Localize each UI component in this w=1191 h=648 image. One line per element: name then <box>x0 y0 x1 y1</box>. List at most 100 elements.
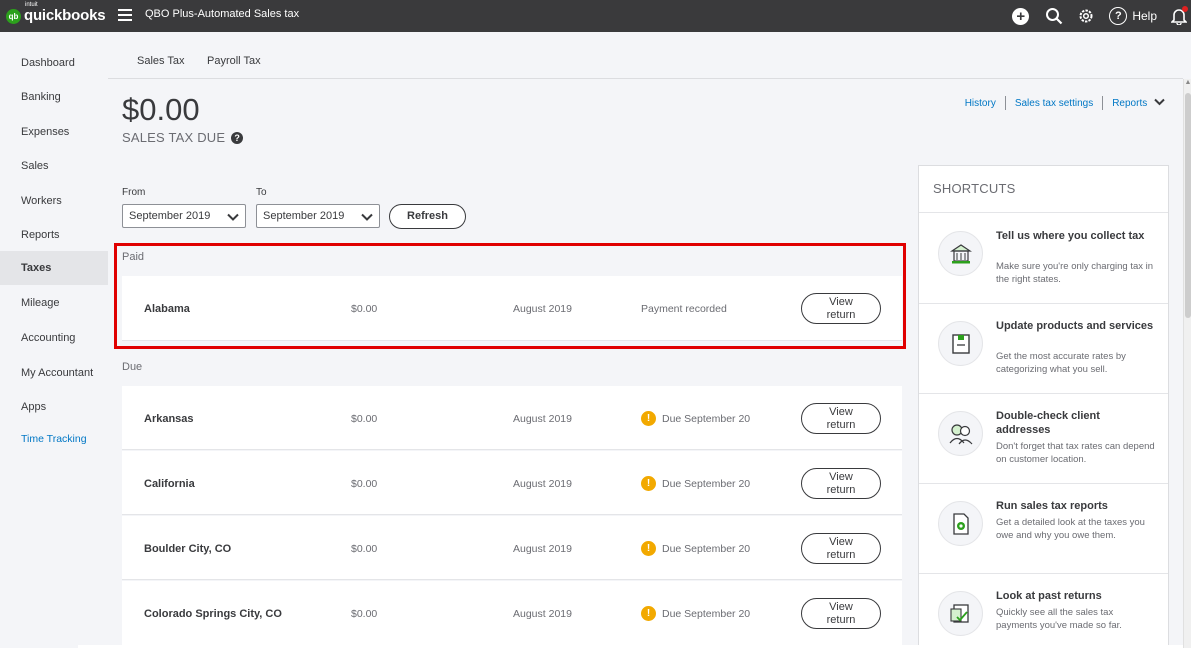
tax-amount: $0.00 <box>351 608 378 620</box>
paid-section-label: Paid <box>122 251 145 263</box>
tax-period: August 2019 <box>513 608 572 620</box>
table-row: Boulder City, CO $0.00 August 2019 ! Due … <box>122 516 902 580</box>
view-return-button[interactable]: View return <box>801 533 881 564</box>
return-status: ! Due September 20 <box>641 476 750 491</box>
shortcut-title: Look at past returns <box>996 590 1102 602</box>
sidebar-item-reports[interactable]: Reports <box>0 218 108 252</box>
people-icon <box>938 411 983 456</box>
status-text: Payment recorded <box>641 303 727 315</box>
warning-icon: ! <box>641 411 656 426</box>
tax-period: August 2019 <box>513 543 572 555</box>
plus-icon[interactable]: + <box>1012 7 1030 25</box>
sidebar-item-banking[interactable]: Banking <box>0 80 108 114</box>
to-select[interactable]: September 2019 <box>256 204 380 228</box>
view-return-button[interactable]: View return <box>801 293 881 324</box>
shortcuts-title: SHORTCUTS <box>919 166 1168 213</box>
sidebar-item-taxes[interactable]: Taxes <box>0 251 108 285</box>
gear-icon[interactable] <box>1077 0 1095 32</box>
tax-amount: $0.00 <box>351 413 378 425</box>
reports-dropdown[interactable]: Reports <box>1112 98 1165 109</box>
sidebar-item-accounting[interactable]: Accounting <box>0 321 108 355</box>
tax-period: August 2019 <box>513 413 572 425</box>
refresh-button[interactable]: Refresh <box>389 204 466 229</box>
help-label[interactable]: Help <box>1132 0 1157 32</box>
status-text: Due September 20 <box>662 542 751 555</box>
state-name: Alabama <box>144 303 190 315</box>
sidebar-item-apps[interactable]: Apps <box>0 390 108 424</box>
search-icon[interactable] <box>1045 0 1063 32</box>
shortcut-desc: Quickly see all the sales tax payments y… <box>996 607 1122 631</box>
sidebar: Dashboard Banking Expenses Sales Workers… <box>0 32 108 648</box>
tab-sales-tax[interactable]: Sales Tax <box>137 55 185 67</box>
tax-period: August 2019 <box>513 303 572 315</box>
state-name: Arkansas <box>144 413 194 425</box>
shortcut-item[interactable]: Double-check client addresses Don't forg… <box>919 394 1168 484</box>
view-return-button[interactable]: View return <box>801 598 881 629</box>
shortcut-item[interactable]: Run sales tax reports Get a detailed loo… <box>919 484 1168 574</box>
from-select-value: September 2019 <box>129 210 211 222</box>
company-name: QBO Plus-Automated Sales tax <box>145 8 300 20</box>
status-text: Due September 20 <box>662 412 751 425</box>
shortcut-title: Update products and services <box>996 320 1154 332</box>
from-label: From <box>122 187 146 198</box>
top-bar: qb intuit quickbooks QBO Plus-Automated … <box>0 0 1191 32</box>
scroll-up-icon[interactable]: ▲ <box>1184 79 1191 89</box>
sales-tax-due-label: SALES TAX DUE ? <box>122 130 244 145</box>
divider <box>1102 96 1104 110</box>
quickbooks-logo[interactable]: qb intuit quickbooks <box>6 2 106 27</box>
reports-label: Reports <box>1112 97 1148 109</box>
menu-icon[interactable] <box>118 9 132 21</box>
sales-tax-due-amount: $0.00 <box>122 92 200 127</box>
bell-icon[interactable] <box>1171 0 1188 32</box>
to-select-value: September 2019 <box>263 210 345 222</box>
from-select[interactable]: September 2019 <box>122 204 246 228</box>
scroll-thumb[interactable] <box>1185 93 1191 318</box>
shortcut-item[interactable]: Tell us where you collect tax Make sure … <box>919 214 1168 304</box>
sidebar-item-workers[interactable]: Workers <box>0 184 108 218</box>
sales-tax-settings-link[interactable]: Sales tax settings <box>1015 98 1093 109</box>
sidebar-item-expenses[interactable]: Expenses <box>0 115 108 149</box>
building-icon <box>938 231 983 276</box>
box-icon <box>938 321 983 366</box>
shortcut-desc: Don't forget that tax rates can depend o… <box>996 441 1155 465</box>
sidebar-item-mileage[interactable]: Mileage <box>0 286 108 320</box>
tax-amount: $0.00 <box>351 303 378 315</box>
table-row: Arkansas $0.00 August 2019 ! Due Septembe… <box>122 386 902 450</box>
question-icon[interactable]: ? <box>231 131 244 144</box>
shortcut-desc: Make sure you're only charging tax in th… <box>996 261 1154 285</box>
shortcuts-panel: SHORTCUTS Tell us where you collect tax … <box>918 165 1169 648</box>
help-icon[interactable]: ? <box>1109 7 1128 25</box>
sidebar-item-sales[interactable]: Sales <box>0 149 108 183</box>
shortcut-item[interactable]: Look at past returns Quickly see all the… <box>919 574 1168 648</box>
sidebar-item-my-accountant[interactable]: My Accountant <box>0 356 108 390</box>
tab-payroll-tax[interactable]: Payroll Tax <box>207 55 261 67</box>
warning-icon: ! <box>641 606 656 621</box>
table-row: Colorado Springs City, CO $0.00 August 2… <box>122 581 902 648</box>
to-label: To <box>256 187 267 198</box>
tax-amount: $0.00 <box>351 478 378 490</box>
scrollbar[interactable]: ▲ <box>1183 79 1191 648</box>
status-text: Due September 20 <box>662 607 751 620</box>
status-text: Due September 20 <box>662 477 751 490</box>
sidebar-item-dashboard[interactable]: Dashboard <box>0 46 108 80</box>
view-return-button[interactable]: View return <box>801 468 881 499</box>
shortcut-item[interactable]: Update products and services Get the mos… <box>919 304 1168 394</box>
tax-tabs: Sales Tax Payroll Tax <box>108 45 1183 79</box>
shortcut-title: Double-check client addresses <box>996 410 1100 436</box>
shortcut-title: Run sales tax reports <box>996 500 1108 512</box>
tax-amount: $0.00 <box>351 543 378 555</box>
warning-icon: ! <box>641 476 656 491</box>
view-return-button[interactable]: View return <box>801 403 881 434</box>
sidebar-item-time-tracking[interactable]: Time Tracking <box>0 422 108 456</box>
shortcut-title: Tell us where you collect tax <box>996 230 1145 242</box>
warning-icon: ! <box>641 541 656 556</box>
logo-brand: intuit <box>25 2 38 8</box>
chevron-down-icon <box>226 210 240 224</box>
divider <box>1004 96 1006 110</box>
table-row: California $0.00 August 2019 ! Due Septem… <box>122 451 902 515</box>
due-section-label: Due <box>122 361 143 373</box>
qb-badge-icon: qb <box>6 8 21 24</box>
sales-tax-due-text: SALES TAX DUE <box>122 130 226 145</box>
return-status: ! Due September 20 <box>641 411 750 426</box>
history-link[interactable]: History <box>965 98 996 109</box>
